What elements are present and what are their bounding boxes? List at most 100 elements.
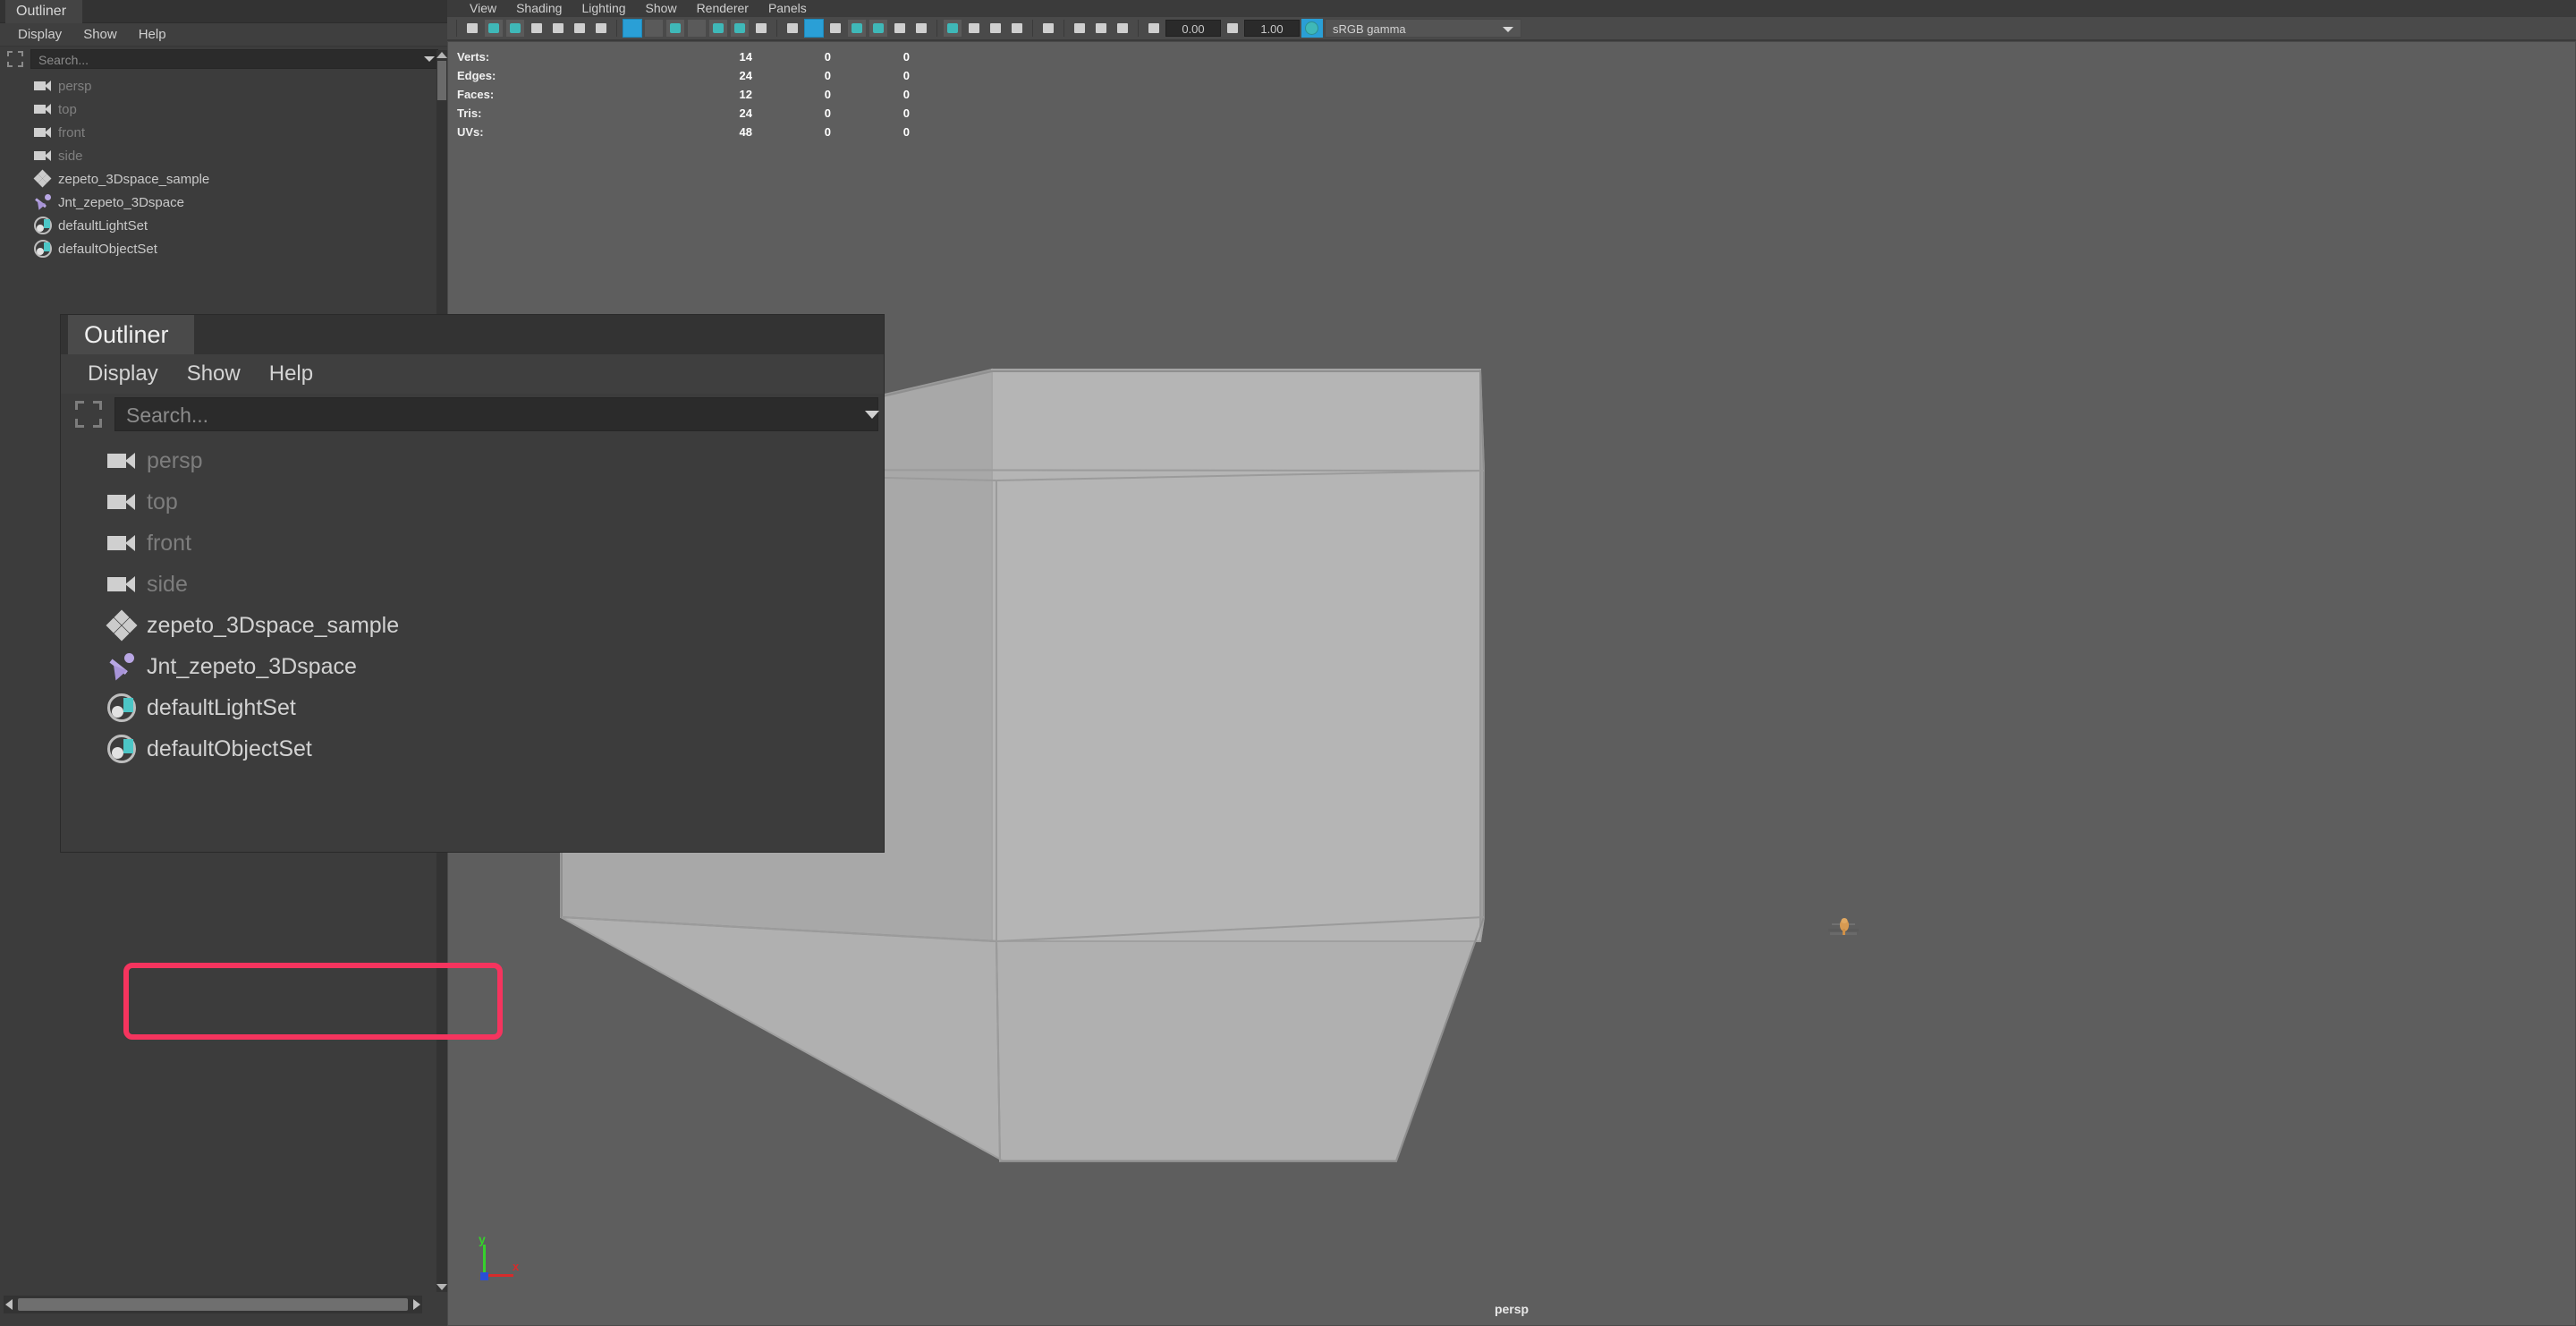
bookmark-camera-button[interactable] <box>484 19 504 38</box>
chevron-down-icon[interactable] <box>865 411 879 419</box>
camera-attributes-button[interactable] <box>505 19 525 38</box>
pin-icon[interactable] <box>5 49 25 69</box>
gamma-field[interactable]: 1.00 <box>1244 20 1300 37</box>
popup-list-item[interactable]: persp <box>61 440 884 481</box>
popup-list-item[interactable]: side <box>61 564 884 605</box>
exposure-icon[interactable] <box>1144 19 1164 38</box>
list-item[interactable]: top <box>0 98 447 121</box>
menu-show[interactable]: Show <box>72 23 128 47</box>
depth-of-field-button[interactable] <box>911 19 931 38</box>
mesh-icon <box>106 609 138 642</box>
scroll-down-icon[interactable] <box>436 1284 447 1290</box>
xray-active-components-button[interactable] <box>986 19 1005 38</box>
use-default-lighting-button[interactable] <box>783 19 802 38</box>
popup-menu-show[interactable]: Show <box>173 361 255 387</box>
smooth-shade-all-button[interactable] <box>644 19 664 38</box>
view-transform-button[interactable] <box>1038 19 1058 38</box>
scene-character-model <box>1826 914 1862 939</box>
outliner-popup[interactable]: Outliner Display Show Help Search... per… <box>61 315 884 1040</box>
list-item[interactable]: front <box>0 121 447 144</box>
frame-all-button[interactable] <box>1091 19 1111 38</box>
list-item-label: front <box>58 124 86 140</box>
toolbar-separator <box>1032 20 1033 37</box>
xray-button[interactable] <box>730 19 750 38</box>
hud-value-total: 14 <box>739 50 752 64</box>
viewport-camera-label: persp <box>1494 1302 1530 1316</box>
popup-list-item-joint[interactable]: Jnt_zepeto_3Dspace <box>61 646 884 687</box>
hud-row: Verts: 14 0 0 <box>457 47 910 66</box>
isolate-select-button[interactable] <box>943 19 962 38</box>
exposure-field[interactable]: 0.00 <box>1165 20 1221 37</box>
list-item-label: side <box>58 148 83 164</box>
tab-outliner[interactable]: Outliner <box>5 0 83 23</box>
popup-list-item[interactable]: defaultLightSet <box>61 687 884 728</box>
set-icon <box>34 240 52 258</box>
list-item[interactable]: persp <box>0 74 447 98</box>
gamma-icon[interactable] <box>1223 19 1242 38</box>
select-camera-button[interactable] <box>462 19 482 38</box>
scroll-up-icon[interactable] <box>436 52 447 58</box>
popup-menu-help[interactable]: Help <box>255 361 327 387</box>
hud-row: Edges: 24 0 0 <box>457 66 910 85</box>
chevron-down-icon[interactable] <box>424 56 435 62</box>
use-all-lights-button[interactable] <box>804 19 824 38</box>
pin-icon[interactable] <box>73 399 104 429</box>
menu-view[interactable]: View <box>460 1 506 15</box>
popup-list-item[interactable]: defaultObjectSet <box>61 728 884 769</box>
hud-value-total: 24 <box>739 69 752 82</box>
menu-lighting[interactable]: Lighting <box>572 1 635 15</box>
hud-value-other: 0 <box>902 69 910 82</box>
list-item[interactable]: zepeto_3Dspace_sample <box>0 167 447 191</box>
menu-shading[interactable]: Shading <box>506 1 572 15</box>
camera-icon <box>34 103 52 115</box>
popup-list-item-label: defaultLightSet <box>147 694 296 720</box>
popup-search-row: Search... <box>61 394 884 435</box>
menu-panels[interactable]: Panels <box>758 1 817 15</box>
popup-tab-outliner[interactable]: Outliner <box>68 315 194 354</box>
popup-menu-display[interactable]: Display <box>73 361 173 387</box>
scroll-right-icon[interactable] <box>413 1299 420 1310</box>
list-item[interactable]: Jnt_zepeto_3Dspace <box>0 191 447 214</box>
ambient-occlusion-button[interactable] <box>847 19 867 38</box>
color-transform-select[interactable]: sRGB gamma <box>1325 19 1521 38</box>
camera-icon <box>107 451 136 471</box>
multisample-button[interactable] <box>890 19 910 38</box>
outliner-horizontal-scrollbar[interactable] <box>4 1296 422 1313</box>
snapshot-button[interactable] <box>1113 19 1132 38</box>
scroll-thumb[interactable] <box>437 61 446 100</box>
exposure-reset-button[interactable] <box>1007 19 1027 38</box>
gate-mask-button[interactable] <box>591 19 611 38</box>
hud-value-other: 0 <box>902 50 910 64</box>
list-item[interactable]: defaultLightSet <box>0 214 447 237</box>
flat-shade-button[interactable] <box>687 19 707 38</box>
film-gate-button[interactable] <box>548 19 568 38</box>
xray-joints-button[interactable] <box>964 19 984 38</box>
smooth-shade-selected-button[interactable] <box>665 19 685 38</box>
menu-display[interactable]: Display <box>7 23 72 47</box>
grid-toggle-button[interactable] <box>527 19 547 38</box>
hud-label: Faces: <box>457 88 495 101</box>
search-input[interactable]: Search... <box>30 49 438 69</box>
viewport-hud-stats: Verts: 14 0 0 Edges: 24 0 0 Faces: 12 0 … <box>457 47 910 141</box>
texture-display-button[interactable] <box>751 19 771 38</box>
menu-renderer[interactable]: Renderer <box>687 1 758 15</box>
resolution-gate-button[interactable] <box>570 19 589 38</box>
popup-search-input[interactable]: Search... <box>114 397 879 431</box>
menu-show[interactable]: Show <box>636 1 687 15</box>
wireframe-shading-button[interactable] <box>623 19 642 38</box>
frame-selection-button[interactable] <box>1070 19 1089 38</box>
popup-list-item[interactable]: top <box>61 481 884 523</box>
color-management-toggle[interactable] <box>1301 19 1323 38</box>
menu-help[interactable]: Help <box>128 23 177 47</box>
popup-list-item-mesh[interactable]: zepeto_3Dspace_sample <box>61 605 884 646</box>
list-item[interactable]: side <box>0 144 447 167</box>
popup-list-item[interactable]: front <box>61 523 884 564</box>
list-item[interactable]: defaultObjectSet <box>0 237 447 260</box>
shadows-button[interactable] <box>826 19 845 38</box>
chevron-down-icon <box>1503 27 1513 32</box>
scroll-thumb-horizontal[interactable] <box>18 1298 408 1311</box>
scroll-left-icon[interactable] <box>5 1299 13 1310</box>
shaded-wireframe-button[interactable] <box>708 19 728 38</box>
hud-value-selected: 0 <box>824 125 831 139</box>
motion-blur-button[interactable] <box>869 19 888 38</box>
